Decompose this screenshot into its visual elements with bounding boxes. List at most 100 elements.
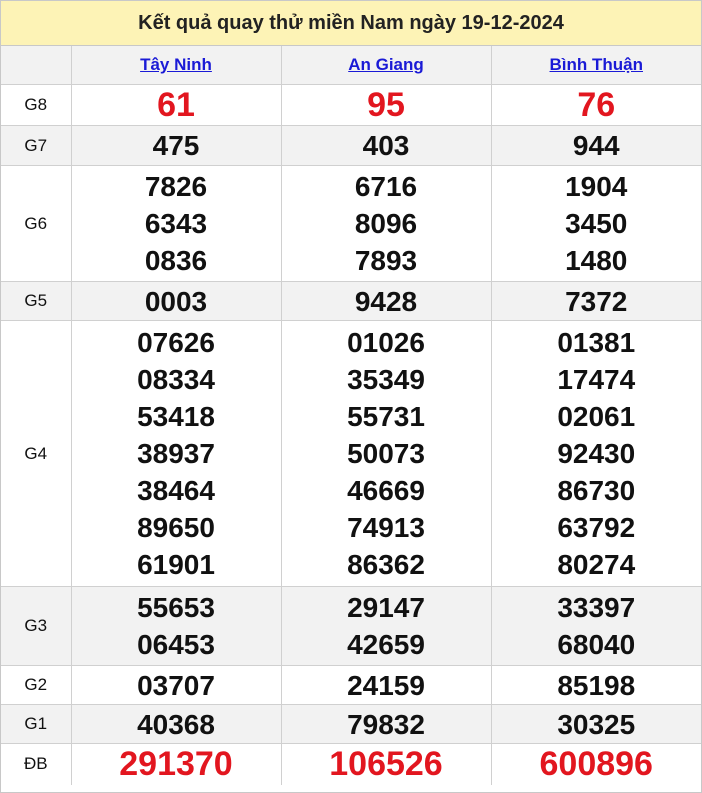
prize-number: 08334 — [137, 364, 215, 395]
prize-label-cell: G3 — [1, 586, 72, 666]
prize-number: 35349 — [347, 364, 425, 395]
prize-label: G6 — [24, 213, 48, 233]
prize-number: 61 — [157, 86, 195, 124]
prize-label: ĐB — [23, 754, 48, 774]
prize-value-cell: 55653 06453 — [70, 586, 282, 666]
prize-label-cell: G5 — [1, 281, 72, 321]
prize-number: 86730 — [557, 475, 636, 506]
prize-number: 76 — [577, 86, 616, 124]
prize-row: G6 7826 6343 0836 6716 8096 7893 1904 3450 1480 — [1, 165, 701, 282]
prize-number: 50073 — [347, 438, 425, 469]
header-corner-cell — [1, 46, 72, 85]
prize-label-cell: G2 — [1, 665, 72, 705]
prize-value-cell: 01381 17474 02061 92430 86730 63792 80274 — [490, 320, 701, 587]
page-title: Kết quả quay thử miền Nam ngày 19-12-202… — [1, 1, 701, 46]
prize-label-cell: G1 — [1, 704, 72, 744]
prize-number: 1904 — [565, 171, 628, 202]
prize-row: G3 55653 06453 29147 42659 33397 68040 — [1, 586, 701, 666]
prize-number: 53418 — [137, 401, 215, 432]
prize-number: 89650 — [137, 512, 215, 543]
prize-number: 95 — [367, 86, 405, 124]
province-link-tay-ninh[interactable]: Tây Ninh — [140, 55, 212, 74]
prize-number: 01026 — [347, 327, 425, 358]
prize-label-cell: G8 — [1, 84, 72, 126]
prize-value-cell: 01026 35349 55731 50073 46669 74913 86362 — [280, 320, 492, 587]
prize-label: G8 — [24, 95, 48, 114]
prize-value-cell: 30325 — [490, 704, 701, 744]
prize-value-cell: 79832 — [280, 704, 492, 744]
prize-label-cell: G4 — [1, 320, 72, 587]
prize-value-cell: 6716 8096 7893 — [280, 165, 492, 282]
prize-label-cell: G6 — [1, 165, 72, 282]
prize-value-cell: 61 — [70, 84, 282, 126]
prize-label: G7 — [24, 135, 48, 155]
prize-value-cell: 07626 08334 53418 38937 38464 89650 61901 — [70, 320, 282, 587]
results-table: Tây Ninh An Giang Bình Thuận G8 61 95 76 G7 4… — [1, 46, 701, 785]
results-panel: Kết quả quay thử miền Nam ngày 19-12-202… — [0, 0, 702, 793]
province-header-row: Tây Ninh An Giang Bình Thuận — [1, 46, 701, 85]
prize-number: 7826 — [144, 171, 208, 202]
province-link-binh-thuan[interactable]: Bình Thuận — [550, 55, 643, 74]
prize-value-cell: 76 — [490, 84, 701, 126]
province-header-cell: An Giang — [280, 46, 492, 85]
prize-number: 33397 — [557, 592, 636, 623]
prize-number: 403 — [362, 130, 410, 161]
prize-row: G8 61 95 76 — [1, 84, 701, 126]
prize-label: G3 — [24, 616, 48, 635]
province-link-an-giang[interactable]: An Giang — [348, 55, 424, 74]
prize-label-cell: G7 — [1, 125, 72, 166]
prize-number: 55731 — [347, 401, 425, 432]
prize-number: 46669 — [347, 475, 425, 506]
prize-number: 6716 — [354, 171, 418, 202]
prize-number: 79832 — [347, 708, 425, 740]
prize-value-cell: 03707 — [70, 665, 282, 705]
prize-row: G2 03707 24159 85198 — [1, 665, 701, 705]
prize-row: ĐB 291370 106526 600896 — [1, 743, 701, 785]
prize-value-cell: 33397 68040 — [490, 586, 701, 666]
prize-number: 01381 — [557, 327, 636, 358]
prize-number: 86362 — [347, 549, 425, 580]
prize-label: G5 — [24, 291, 48, 310]
prize-number: 24159 — [347, 669, 425, 701]
prize-number: 3450 — [565, 208, 628, 239]
prize-number: 38937 — [137, 438, 215, 469]
prize-number: 06453 — [137, 629, 215, 660]
prize-label-cell: ĐB — [1, 743, 72, 785]
prize-value-cell: 106526 — [280, 743, 492, 785]
prize-value-cell: 29147 42659 — [280, 586, 492, 666]
prize-label: G2 — [24, 675, 48, 694]
province-header-cell: Tây Ninh — [70, 46, 282, 85]
prize-value-cell: 944 — [490, 125, 701, 166]
prize-number: 40368 — [137, 708, 215, 740]
prize-number: 17474 — [557, 364, 636, 395]
prize-number: 0003 — [144, 285, 208, 317]
prize-number: 07626 — [137, 327, 215, 358]
prize-label: G4 — [24, 443, 48, 463]
prize-value-cell: 9428 — [280, 281, 492, 321]
prize-row: G4 07626 08334 53418 38937 38464 89650 61901 010… — [1, 320, 701, 587]
prize-value-cell: 40368 — [70, 704, 282, 744]
prize-value-cell: 7826 6343 0836 — [70, 165, 282, 282]
province-header-cell: Bình Thuận — [490, 46, 701, 85]
prize-number: 7893 — [354, 245, 418, 276]
prize-number: 600896 — [539, 745, 653, 784]
prize-number: 85198 — [557, 669, 636, 701]
prize-label: G1 — [24, 714, 48, 733]
prize-number: 291370 — [119, 745, 233, 784]
prize-number: 55653 — [137, 592, 215, 623]
prize-number: 63792 — [557, 512, 636, 543]
prize-number: 38464 — [137, 475, 215, 506]
prize-value-cell: 403 — [280, 125, 492, 166]
prize-row: G1 40368 79832 30325 — [1, 704, 701, 744]
prize-number: 30325 — [557, 708, 636, 740]
prize-value-cell: 1904 3450 1480 — [490, 165, 701, 282]
prize-value-cell: 291370 — [70, 743, 282, 785]
prize-value-cell: 475 — [70, 125, 282, 166]
prize-row: G7 475 403 944 — [1, 125, 701, 166]
prize-number: 42659 — [347, 629, 425, 660]
prize-number: 8096 — [354, 208, 418, 239]
prize-number: 475 — [152, 130, 200, 161]
prize-number: 03707 — [137, 669, 215, 701]
prize-number: 74913 — [347, 512, 425, 543]
prize-number: 0836 — [144, 245, 208, 276]
